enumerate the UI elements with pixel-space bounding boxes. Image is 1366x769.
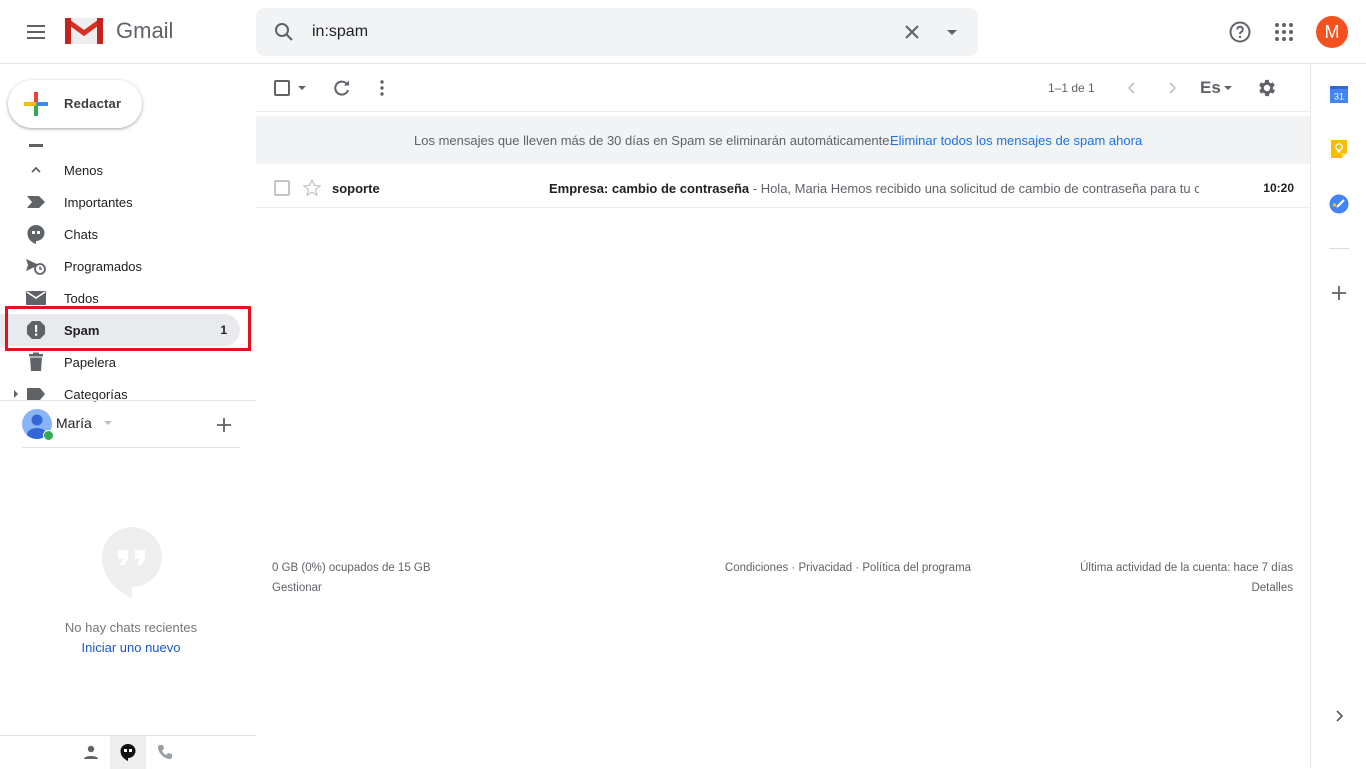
sidebar-item-trash[interactable]: Papelera [0,346,240,378]
spam-icon [27,321,45,339]
sidebar-item-label: Menos [64,163,104,178]
no-chats-text: No hay chats recientes [64,620,198,635]
sidebar-item-label: Spam [64,323,100,338]
message-subject: Empresa: cambio de contraseña [549,181,750,196]
message-preview: Empresa: cambio de contraseña - Hola, Ma… [549,181,1199,196]
hangouts-tab[interactable] [110,736,146,769]
sidebar-item-spam[interactable]: Spam 1 [0,314,240,346]
help-icon[interactable] [1228,20,1252,44]
unread-count: 1 [220,323,227,337]
search-options-icon[interactable] [940,20,964,44]
compose-button[interactable]: Redactar [8,80,142,128]
search-bar [256,8,978,56]
message-checkbox[interactable] [274,180,290,196]
expand-arrow-icon[interactable] [12,389,20,399]
apps-grid-icon[interactable] [1272,20,1296,44]
sidebar-item-label: Papelera [64,355,117,370]
add-addon-icon[interactable] [1329,283,1349,303]
important-icon [27,196,45,208]
sidebar-item-important[interactable]: Importantes [0,186,240,218]
trash-icon [29,352,43,371]
start-new-chat-link[interactable]: Iniciar uno nuevo [0,640,262,655]
gmail-logo-icon[interactable] [64,16,104,46]
app-name: Gmail [116,18,174,43]
refresh-icon[interactable] [332,78,352,98]
delete-all-spam-link[interactable]: Eliminar todos los mensajes de spam ahor… [890,133,1142,148]
sidebar-item-less[interactable]: Menos [0,154,240,186]
search-input[interactable] [312,20,872,44]
message-snippet: - Hola, Maria Hemos recibido una solicit… [749,181,1199,196]
hangouts-user-row: María [0,400,256,450]
sidebar-item-all-mail[interactable]: Todos [0,282,240,314]
message-time: 10:20 [1263,181,1294,195]
spam-info-banner: Los mensajes que lleven más de 30 días e… [256,116,1310,164]
main-menu-icon[interactable] [24,20,48,44]
chevron-right-icon[interactable] [1162,78,1182,98]
status-dropdown-icon[interactable] [104,421,112,425]
search-icon[interactable] [272,20,296,44]
input-tools-caret-icon[interactable] [1224,86,1232,90]
divider [22,447,240,448]
expand-panel-icon[interactable] [1329,706,1349,726]
online-status-dot [43,430,54,441]
message-row[interactable]: soporte Empresa: cambio de contraseña - … [256,168,1310,208]
chevron-left-icon[interactable] [1122,78,1142,98]
side-panel: 31 [1310,64,1366,768]
plus-icon [24,92,48,116]
sidebar-item-label: Todos [64,291,99,306]
details-link[interactable]: Detalles [1251,582,1293,594]
divider [1329,248,1349,249]
message-toolbar: 1–1 de 1 Es [256,64,1310,112]
top-header: Gmail M [0,0,1366,64]
clear-search-icon[interactable] [900,20,924,44]
input-tools-button[interactable]: Es [1200,78,1221,98]
person-icon [84,745,98,759]
pagination-range: 1–1 de 1 [1048,81,1095,95]
contacts-tab[interactable] [73,736,109,769]
account-avatar[interactable]: M [1316,16,1348,48]
terms-link[interactable]: Condiciones [725,562,788,574]
mail-icon [26,291,46,305]
hangouts-icon [120,744,136,761]
program-policy-link[interactable]: Política del programa [862,562,971,574]
settings-gear-icon[interactable] [1256,77,1278,99]
more-options-icon[interactable] [372,78,392,98]
sidebar-item-scheduled[interactable]: Programados [0,250,240,282]
hangouts-user-name[interactable]: María [56,415,92,431]
hangouts-empty-icon [102,527,162,598]
manage-storage-link[interactable]: Gestionar [272,582,322,594]
select-all-checkbox[interactable] [274,80,290,96]
chat-icon [27,225,45,244]
scheduled-icon [26,259,46,275]
chevron-up-icon [31,166,41,173]
privacy-link[interactable]: Privacidad [798,562,852,574]
separator: · [852,562,863,574]
sidebar-item-chats[interactable]: Chats [0,218,240,250]
separator: · [788,562,799,574]
banner-text: Los mensajes que lleven más de 30 días e… [414,133,894,148]
sidebar-item-label: Importantes [64,195,133,210]
star-icon[interactable] [302,178,322,198]
phone-icon [158,745,172,759]
hangouts-bottom-bar [0,735,256,769]
add-chat-icon[interactable] [214,415,234,435]
sidebar-item-label: Programados [64,259,143,274]
compose-label: Redactar [64,96,122,111]
keep-icon[interactable] [1329,139,1349,159]
sidebar-item-label: Chats [64,227,98,242]
calendar-icon[interactable]: 31 [1329,84,1349,104]
calendar-day: 31 [1334,92,1344,102]
tasks-icon[interactable] [1329,194,1349,214]
last-activity: Última actividad de la cuenta: hace 7 dí… [1080,562,1293,574]
message-sender: soporte [332,181,380,196]
select-options-icon[interactable] [298,86,306,90]
scrolled-item-fragment [29,144,43,147]
phone-tab[interactable] [147,736,183,769]
